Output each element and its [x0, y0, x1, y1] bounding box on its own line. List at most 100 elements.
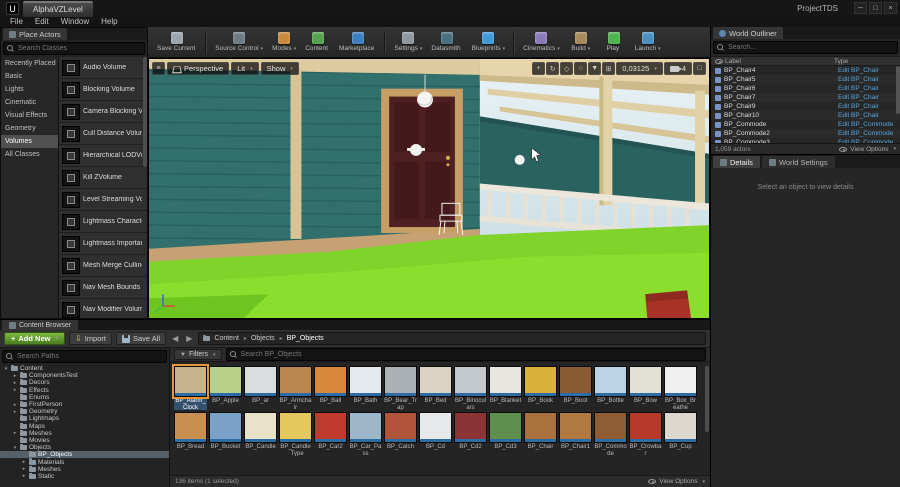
asset-tile[interactable]: BP_Bed — [419, 366, 452, 410]
asset-tile[interactable]: BP_Bottle — [594, 366, 627, 410]
edit-blueprint-link[interactable]: Edit BP_Chair — [838, 85, 896, 92]
asset-tile[interactable]: BP_ar — [244, 366, 277, 410]
maximize-viewport-button[interactable]: □ — [693, 62, 706, 75]
asset-tile[interactable]: BP_Chair1 — [559, 412, 592, 456]
assets-view-options[interactable]: View Options ▾ — [648, 478, 705, 485]
back-button[interactable]: ◀ — [170, 334, 180, 343]
asset-tile[interactable]: BP_Catch — [384, 412, 417, 456]
outliner-row[interactable]: BP_Chair10 Edit BP_Chair — [711, 111, 900, 120]
asset-tile[interactable]: BP_Cd2 — [454, 412, 487, 456]
outliner-view-options[interactable]: View Options ▾ — [839, 146, 896, 153]
forward-button[interactable]: ▶ — [184, 334, 194, 343]
content-browser-tab[interactable]: Content Browser — [2, 320, 79, 330]
edit-blueprint-link[interactable]: Edit BP_Commode — [838, 139, 896, 143]
outliner-row[interactable]: BP_Chair5 Edit BP_Chair — [711, 75, 900, 84]
world-outliner-tab[interactable]: World Outliner — [713, 27, 783, 39]
menu-item[interactable]: Window — [55, 17, 95, 27]
asset-tile[interactable]: BP_Crowbar — [629, 412, 662, 456]
outliner-row[interactable]: BP_Commode2 Edit BP_Commode — [711, 129, 900, 138]
tree-item[interactable]: ▸ Geometry — [0, 408, 169, 415]
outliner-row[interactable]: BP_Chair7 Edit BP_Chair — [711, 93, 900, 102]
place-actors-item[interactable]: Lightmass Importan — [59, 233, 147, 255]
place-actors-category[interactable]: All Classes — [1, 148, 58, 161]
outliner-column-header[interactable]: Label Type — [711, 56, 900, 66]
place-actors-item[interactable]: Mesh Merge Culling — [59, 255, 147, 277]
place-actors-category[interactable]: Geometry — [1, 122, 58, 135]
viewport-tool-button[interactable]: ⊞ — [602, 62, 616, 75]
expander-icon[interactable]: ▾ — [3, 366, 9, 372]
place-actors-item[interactable]: Lightmass Character — [59, 211, 147, 233]
place-actors-item[interactable]: Camera Blocking Vol — [59, 101, 147, 123]
edit-blueprint-link[interactable]: Edit BP_Chair — [838, 94, 896, 101]
place-actors-item[interactable]: Nav Mesh Bounds V — [59, 277, 147, 299]
place-actors-item[interactable]: Kill ZVolume — [59, 167, 147, 189]
level-tab[interactable]: AlphaVZLevel — [23, 0, 93, 17]
viewport-tool-button[interactable]: ○ — [574, 62, 588, 75]
asset-tile[interactable]: BP_Bear_Trap — [384, 366, 417, 410]
viewport-options-button[interactable]: ≡ — [152, 62, 165, 75]
search-assets-input[interactable] — [240, 351, 702, 358]
place-actors-tab[interactable]: Place Actors — [3, 28, 67, 40]
asset-tile[interactable]: BP_Alarm_Clock — [172, 364, 209, 410]
lit-mode-button[interactable]: Lit ▾ — [231, 62, 259, 75]
outliner-row[interactable]: BP_Chair9 Edit BP_Chair — [711, 102, 900, 111]
expander-icon[interactable]: ▸ — [21, 466, 27, 472]
toolbar-button[interactable]: Source Control ▾ — [211, 28, 267, 57]
grid-snap-value[interactable]: 0,03125 ▾ — [616, 62, 663, 75]
asset-tile[interactable]: BP_Apple — [209, 366, 242, 410]
expander-icon[interactable]: ▸ — [12, 373, 18, 379]
asset-tile[interactable]: BP_Bread — [174, 412, 207, 456]
asset-tile[interactable]: BP_Blanket — [489, 366, 522, 410]
tree-item[interactable]: Movies — [0, 436, 169, 444]
expander-icon[interactable]: ▾ — [12, 445, 18, 451]
edit-blueprint-link[interactable]: Edit BP_Commode — [838, 121, 896, 128]
place-actors-item[interactable]: Hierarchical LODVol — [59, 145, 147, 167]
place-actors-category[interactable]: Cinematic — [1, 96, 58, 109]
toolbar-button[interactable]: Build ▾ — [565, 28, 597, 57]
asset-tile[interactable]: BP_Bath — [349, 366, 382, 410]
place-actors-category[interactable]: Recently Placed — [1, 57, 58, 70]
asset-tile[interactable]: BP_Commode — [594, 412, 627, 456]
expander-icon[interactable]: ▸ — [12, 402, 18, 408]
place-actors-category[interactable]: Visual Effects — [1, 109, 58, 122]
outliner-search-input[interactable] — [728, 44, 894, 51]
asset-tile[interactable]: BP_Ball — [314, 366, 347, 410]
expander-icon[interactable]: ▸ — [21, 473, 27, 479]
expander-icon[interactable]: ▸ — [12, 409, 18, 415]
tree-item[interactable]: ▸ Meshes — [0, 429, 169, 437]
save-all-button[interactable]: Save All — [115, 332, 167, 345]
tree-item[interactable]: ▸ Effects — [0, 386, 169, 394]
place-actors-item[interactable]: Cull Distance Volume — [59, 123, 147, 145]
show-button[interactable]: Show ▾ — [260, 62, 299, 75]
toolbar-button[interactable]: Play — [598, 28, 630, 57]
import-button[interactable]: ⇩ Import — [69, 332, 112, 345]
camera-speed[interactable]: 4 — [663, 62, 692, 75]
expander-icon[interactable]: ▸ — [12, 380, 18, 386]
tree-item[interactable]: ▾ Content — [0, 365, 169, 372]
toolbar-button[interactable]: Blueprints ▾ — [468, 28, 515, 57]
tree-item[interactable]: ▸ ComponentsTest — [0, 372, 169, 379]
tree-item[interactable]: BP_Objects — [0, 451, 169, 459]
viewport-tool-button[interactable]: ↻ — [546, 62, 560, 75]
viewport-tool-button[interactable]: + — [532, 62, 546, 75]
place-actors-item[interactable]: Level Streaming Vol — [59, 189, 147, 211]
toolbar-button[interactable]: Content — [301, 28, 334, 57]
edit-blueprint-link[interactable]: Edit BP_Chair — [838, 67, 896, 74]
asset-tile[interactable]: BP_Car_Pass — [349, 412, 382, 456]
scrollbar[interactable] — [705, 366, 709, 432]
add-new-button[interactable]: + Add New ▾ — [4, 332, 65, 345]
scrollbar[interactable] — [896, 66, 900, 114]
filters-button[interactable]: ▼ Filters ▾ — [174, 349, 222, 360]
breadcrumb-item[interactable]: BP_Objects▸ — [286, 335, 325, 342]
edit-blueprint-link[interactable]: Edit BP_Chair — [838, 112, 896, 119]
viewport-tool-button[interactable]: ◇ — [560, 62, 574, 75]
search-paths-input[interactable] — [17, 353, 163, 360]
toolbar-button[interactable]: Cinematics ▾ — [519, 28, 564, 57]
place-actors-item[interactable]: Blocking Volume — [59, 79, 147, 101]
tree-item[interactable]: ▸ Decors — [0, 379, 169, 386]
perspective-button[interactable]: Perspective — [167, 62, 230, 75]
viewport-tool-button[interactable]: ▼ — [588, 62, 602, 75]
expander-icon[interactable]: ▸ — [12, 430, 18, 436]
edit-blueprint-link[interactable]: Edit BP_Chair — [838, 103, 896, 110]
details-tab[interactable]: World Settings — [761, 156, 835, 168]
